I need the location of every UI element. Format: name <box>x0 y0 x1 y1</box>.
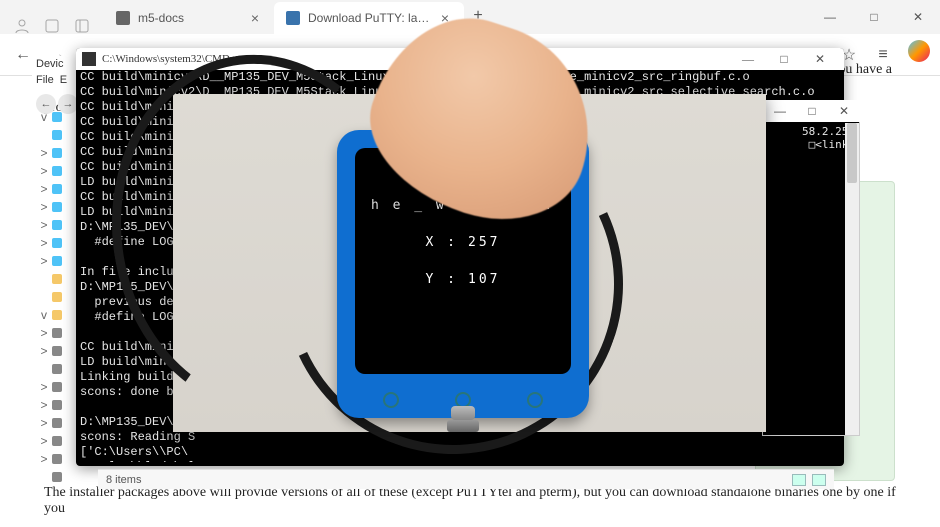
view-details-icon[interactable] <box>792 474 806 486</box>
doc-icon <box>116 11 130 25</box>
sidebar-icon[interactable] <box>74 18 90 34</box>
tab-title: Download PuTTY: latest release ( <box>308 11 430 25</box>
close-button[interactable]: ✕ <box>828 100 860 122</box>
putty-titlebar[interactable]: — □ ✕ <box>762 100 860 122</box>
workspace-icon[interactable] <box>44 18 60 34</box>
menu-file[interactable]: File <box>36 74 54 86</box>
minimize-button[interactable]: — <box>730 48 766 70</box>
close-button[interactable]: ✕ <box>802 48 838 70</box>
device-photo: h e _ w o r l d ! X : 257 Y : 107 <box>173 94 766 432</box>
value-y: 107 <box>468 272 500 287</box>
putty-icon <box>286 11 300 25</box>
explorer-title: Devic <box>36 58 64 70</box>
usb-connector <box>443 406 483 442</box>
explorer-window: Devic File E <box>32 56 80 96</box>
view-icons-icon[interactable] <box>812 474 826 486</box>
label-y: Y : <box>426 272 458 287</box>
scrollbar[interactable] <box>845 123 859 435</box>
menu-edit[interactable]: E <box>60 74 67 86</box>
item-count: 8 items <box>106 474 141 486</box>
scrollbar-thumb[interactable] <box>847 123 857 183</box>
screen-row-y: Y : 107 <box>426 272 501 287</box>
explorer-statusbar: 8 items <box>98 469 834 489</box>
maximize-button[interactable]: □ <box>852 0 896 34</box>
cmd-icon <box>82 52 96 66</box>
tab-m5docs[interactable]: m5-docs × <box>104 2 274 34</box>
minimize-button[interactable]: — <box>764 100 796 122</box>
tab-title: m5-docs <box>138 11 240 25</box>
close-icon[interactable]: × <box>248 11 262 25</box>
value-x: 257 <box>468 235 500 250</box>
minimize-button[interactable]: — <box>808 0 852 34</box>
putty-window: 58.2.255 □<link> <box>762 100 860 436</box>
page-paragraph: The installer packages above will provid… <box>44 485 896 517</box>
window-controls: — □ ✕ <box>808 0 940 34</box>
copilot-icon[interactable] <box>908 40 930 62</box>
close-button[interactable]: ✕ <box>896 0 940 34</box>
screen-row-x: X : 257 <box>426 235 501 250</box>
device-button-a <box>383 392 399 408</box>
profile-icon[interactable] <box>14 18 30 34</box>
maximize-button[interactable]: □ <box>766 48 802 70</box>
explorer-tree[interactable]: v > > > > > > > v > > > > > > > <box>38 108 68 486</box>
device-button-c <box>527 392 543 408</box>
label-x: X : <box>426 235 458 250</box>
maximize-button[interactable]: □ <box>796 100 828 122</box>
